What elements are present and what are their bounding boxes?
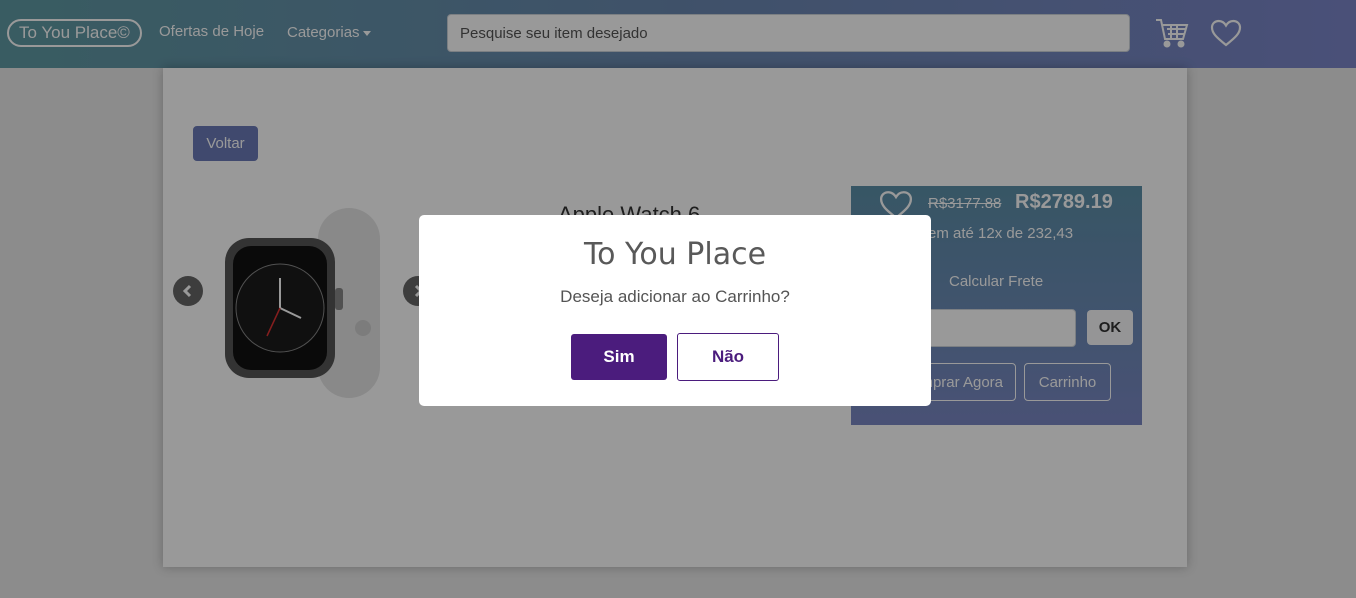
modal-message: Deseja adicionar ao Carrinho? [560,287,790,306]
confirm-button[interactable]: Sim [571,334,667,380]
cancel-button[interactable]: Não [677,333,779,381]
confirm-modal: To You Place Deseja adicionar ao Carrinh… [419,215,931,406]
modal-title: To You Place [583,237,767,272]
